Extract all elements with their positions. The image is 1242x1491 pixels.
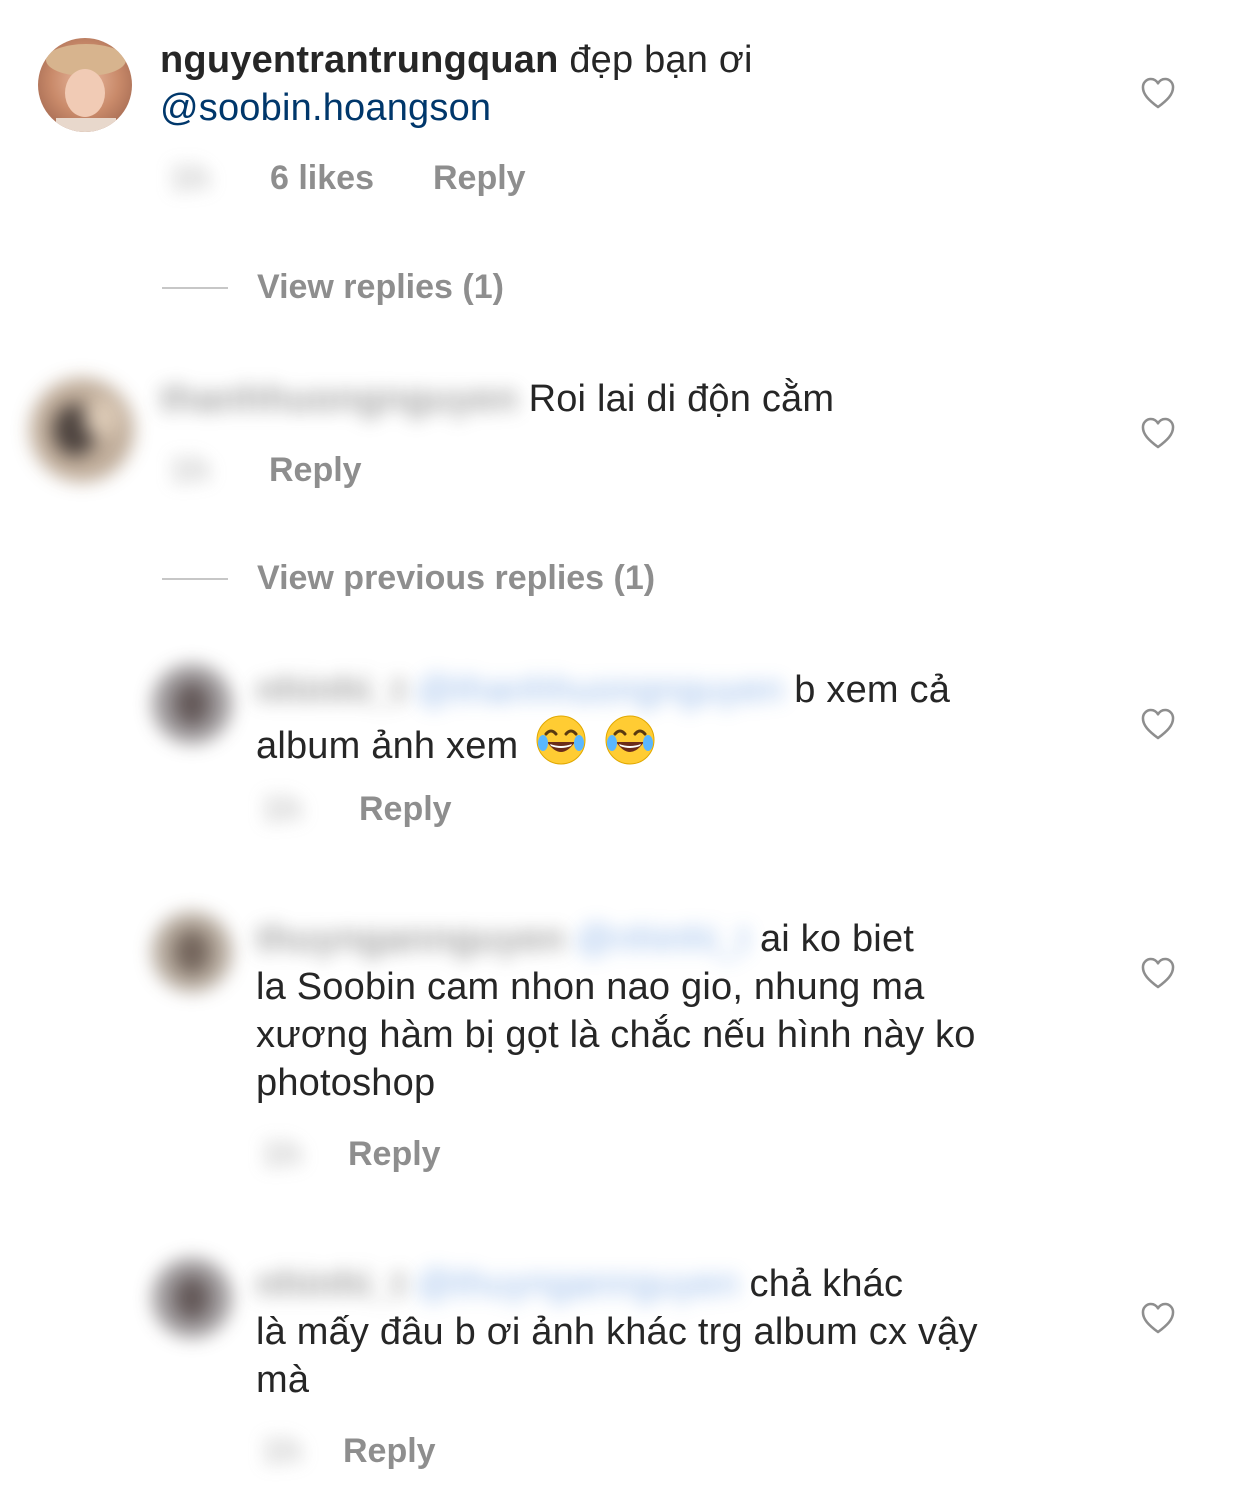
reply-button[interactable]: Reply xyxy=(343,1431,436,1471)
reply-button[interactable]: Reply xyxy=(359,789,452,829)
timestamp: 1h xyxy=(262,1432,302,1470)
reply-text: nhinhi_t @thuyngannguyen chả khác xyxy=(256,1260,903,1308)
reply-button[interactable]: Reply xyxy=(348,1134,441,1174)
reply-body-line: là mấy đâu b ơi ảnh khác trg album cx vậ… xyxy=(256,1311,978,1353)
likes-count[interactable]: 6 likes xyxy=(270,158,374,198)
mention-link[interactable]: @thuyngannguyen xyxy=(416,1263,739,1305)
like-button[interactable] xyxy=(1139,954,1177,995)
mention-link[interactable]: @thanhhuongnguyen xyxy=(416,669,783,711)
heart-outline-icon xyxy=(1141,957,1175,989)
avatar[interactable] xyxy=(38,38,132,132)
avatar[interactable] xyxy=(152,912,232,992)
heart-outline-icon xyxy=(1141,77,1175,109)
reply-body-line: photoshop xyxy=(256,1062,436,1104)
username[interactable]: thuyngannguyen xyxy=(256,918,565,960)
reply-body: ai ko biet xyxy=(759,918,915,960)
username[interactable]: thanhhuongnguyen xyxy=(160,378,518,420)
reply-text: nhinhi_t @thanhhuongnguyen b xem cả xyxy=(256,666,950,714)
comment-text: thanhhuongnguyen Roi lai di độn cằm xyxy=(160,375,834,423)
heart-outline-icon xyxy=(1141,1302,1175,1334)
joy-emoji-icon xyxy=(536,715,586,765)
avatar[interactable] xyxy=(152,664,232,744)
mention-link[interactable]: @soobin.hoangson xyxy=(160,84,491,132)
reply-body-line: la Soobin cam nhon nao gio, nhung ma xyxy=(256,966,925,1008)
like-button[interactable] xyxy=(1139,74,1177,115)
like-button[interactable] xyxy=(1139,705,1177,746)
username[interactable]: nhinhi_t xyxy=(256,1263,405,1305)
reply-body: chả khác xyxy=(749,1263,904,1305)
timestamp: 1h xyxy=(170,451,210,489)
replies-divider xyxy=(162,287,228,289)
comment-body: Roi lai di độn cằm xyxy=(528,378,835,420)
reply-body-line: mà xyxy=(256,1359,310,1401)
joy-emoji-icon xyxy=(605,715,655,765)
timestamp: 1h xyxy=(262,1135,302,1173)
replies-divider xyxy=(162,578,228,580)
username[interactable]: nhinhi_t xyxy=(256,669,405,711)
heart-outline-icon xyxy=(1141,708,1175,740)
view-replies-button[interactable]: View replies (1) xyxy=(257,267,504,307)
comment-text: nguyentrantrungquan đẹp bạn ơi xyxy=(160,36,753,84)
reply-body-line: album ảnh xem xyxy=(256,714,656,770)
comment-body: đẹp bạn ơi xyxy=(569,39,753,81)
like-button[interactable] xyxy=(1139,1299,1177,1340)
view-previous-replies-button[interactable]: View previous replies (1) xyxy=(257,558,655,598)
reply-body-line: xương hàm bị gọt là chắc nếu hình này ko xyxy=(256,1014,976,1056)
avatar[interactable] xyxy=(152,1258,232,1338)
heart-outline-icon xyxy=(1141,417,1175,449)
mention-link[interactable]: @nhinhi_t xyxy=(576,918,750,960)
username[interactable]: nguyentrantrungquan xyxy=(160,39,559,81)
timestamp: 1h xyxy=(170,159,210,197)
reply-button[interactable]: Reply xyxy=(269,450,362,490)
avatar[interactable] xyxy=(30,378,134,482)
like-button[interactable] xyxy=(1139,414,1177,455)
timestamp: 1h xyxy=(262,790,302,828)
reply-button[interactable]: Reply xyxy=(433,158,526,198)
reply-text: thuyngannguyen @nhinhi_t ai ko biet xyxy=(256,915,914,963)
reply-body: b xem cả xyxy=(794,669,951,711)
